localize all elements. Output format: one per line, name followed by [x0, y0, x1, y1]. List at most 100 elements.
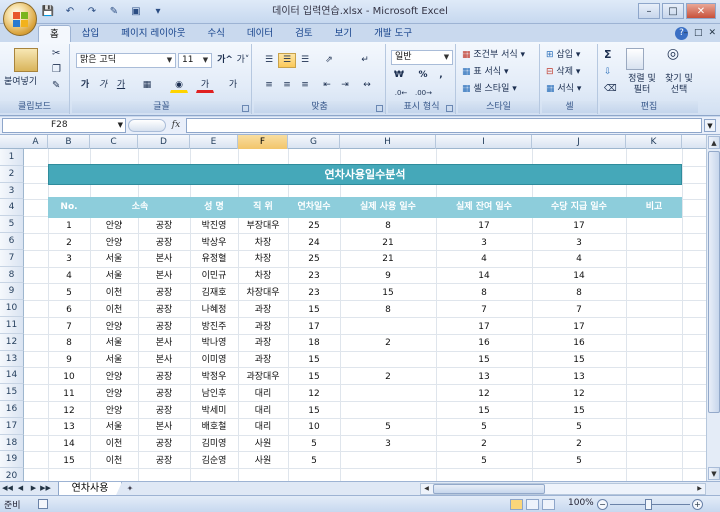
name-box[interactable]: F28 ▼ [2, 118, 126, 133]
cell-no[interactable]: 4 [48, 268, 90, 285]
cell-paid[interactable]: 5 [532, 453, 626, 470]
scroll-right-icon[interactable]: ▶ [694, 484, 705, 494]
cell-dept[interactable]: 본사 [138, 335, 190, 352]
row-header-5[interactable]: 5 [0, 216, 24, 233]
row-header-10[interactable]: 10 [0, 300, 24, 317]
cell-remarks[interactable] [626, 268, 682, 285]
delete-cells-button[interactable]: ⊟ 삭제 ▾ [546, 66, 580, 78]
cell-city[interactable]: 서울 [90, 352, 138, 369]
cell-annual[interactable]: 17 [288, 319, 340, 336]
cell-paid[interactable]: 17 [532, 319, 626, 336]
cell-remarks[interactable] [626, 419, 682, 436]
cell-paid[interactable]: 7 [532, 302, 626, 319]
row-header-2[interactable]: 2 [0, 165, 24, 183]
tab-page-layout[interactable]: 페이지 레이아웃 [110, 25, 196, 42]
cell-no[interactable]: 11 [48, 386, 90, 403]
cell-annual[interactable]: 10 [288, 419, 340, 436]
cell-position[interactable]: 사원 [238, 436, 288, 453]
customize-qat-icon[interactable]: ▾ [150, 5, 166, 19]
tab-review[interactable]: 검토 [284, 25, 323, 42]
cell-paid[interactable]: 8 [532, 285, 626, 302]
shrink-font-button[interactable]: 가˅ [234, 53, 252, 68]
cell-remarks[interactable] [626, 251, 682, 268]
tab-insert[interactable]: 삽입 [71, 25, 110, 42]
page-break-view-icon[interactable] [542, 499, 555, 510]
cell-city[interactable]: 이천 [90, 302, 138, 319]
tab-view[interactable]: 보기 [324, 25, 363, 42]
header-remarks[interactable]: 비고 [626, 197, 682, 217]
cell-dept[interactable]: 공장 [138, 436, 190, 453]
cell-name[interactable]: 이민규 [190, 268, 238, 285]
cell-no[interactable]: 13 [48, 419, 90, 436]
cell-no[interactable]: 7 [48, 319, 90, 336]
macro-record-icon[interactable] [38, 499, 48, 509]
chevron-down-icon[interactable]: ▼ [118, 119, 123, 132]
percent-button[interactable]: % [414, 68, 432, 83]
cell-no[interactable]: 12 [48, 403, 90, 420]
italic-button[interactable]: 가 [94, 78, 112, 93]
first-sheet-icon[interactable]: ◀◀ [2, 483, 13, 494]
cell-remarks[interactable] [626, 403, 682, 420]
cell-city[interactable]: 안양 [90, 235, 138, 252]
cell-annual[interactable]: 25 [288, 218, 340, 235]
cell-city[interactable]: 서울 [90, 251, 138, 268]
header-department[interactable]: 소속 [90, 197, 190, 217]
cell-remaining[interactable]: 4 [436, 251, 532, 268]
number-format-combo[interactable]: 일반 ▼ [391, 50, 453, 65]
expand-formula-icon[interactable]: ▼ [704, 119, 716, 132]
cell-city[interactable]: 안양 [90, 369, 138, 386]
cell-remarks[interactable] [626, 218, 682, 235]
cell-remarks[interactable] [626, 436, 682, 453]
cell-annual[interactable]: 25 [288, 251, 340, 268]
cell-remarks[interactable] [626, 352, 682, 369]
last-sheet-icon[interactable]: ▶▶ [40, 483, 51, 494]
cell-annual[interactable]: 23 [288, 268, 340, 285]
cell-name[interactable]: 박정우 [190, 369, 238, 386]
cell-remarks[interactable] [626, 319, 682, 336]
autosum-button[interactable]: Σ [604, 49, 612, 61]
align-left-icon[interactable]: ≡ [260, 78, 278, 93]
underline-button[interactable]: 가 [112, 78, 130, 93]
insert-cells-button[interactable]: ⊞ 삽입 ▾ [546, 49, 580, 61]
cell-used[interactable]: 15 [340, 285, 436, 302]
cell-remarks[interactable] [626, 335, 682, 352]
cell-position[interactable]: 과장 [238, 302, 288, 319]
cell-annual[interactable]: 18 [288, 335, 340, 352]
zoom-in-icon[interactable]: + [692, 499, 703, 510]
cell-paid[interactable]: 2 [532, 436, 626, 453]
header-annual-days[interactable]: 연차일수 [288, 197, 340, 217]
clear-icon[interactable]: ⌫ [604, 83, 617, 95]
find-select-button[interactable]: 찾기 및 선택 [660, 74, 698, 96]
close-button[interactable]: ✕ [686, 3, 716, 19]
cell-paid[interactable]: 3 [532, 235, 626, 252]
cell-dept[interactable]: 공장 [138, 218, 190, 235]
column-header-g[interactable]: G [288, 135, 340, 149]
row-header-3[interactable]: 3 [0, 182, 24, 200]
row-header-12[interactable]: 12 [0, 333, 24, 351]
cell-name[interactable]: 유정혈 [190, 251, 238, 268]
cell-paid[interactable]: 15 [532, 352, 626, 369]
header-remaining-days[interactable]: 실제 잔여 일수 [436, 197, 532, 217]
cell-remarks[interactable] [626, 369, 682, 386]
conditional-format-button[interactable]: ▦ 조건부 서식 ▾ [462, 49, 525, 61]
cell-name[interactable]: 박상우 [190, 235, 238, 252]
cell-remarks[interactable] [626, 302, 682, 319]
alignment-dialog-launcher-icon[interactable] [376, 105, 383, 112]
cell-used[interactable]: 2 [340, 335, 436, 352]
cell-used[interactable]: 3 [340, 436, 436, 453]
zoom-out-icon[interactable]: − [597, 499, 608, 510]
cell-dept[interactable]: 공장 [138, 235, 190, 252]
paste-button[interactable]: 붙여넣기 [4, 76, 37, 88]
vertical-scroll-thumb[interactable] [708, 151, 720, 413]
office-button[interactable] [3, 2, 37, 36]
sort-filter-icon[interactable] [626, 48, 644, 70]
cell-remarks[interactable] [626, 285, 682, 302]
sheet-title-cell[interactable]: 연차사용일수분석 [48, 163, 682, 185]
wrap-text-icon[interactable]: ↵ [356, 53, 374, 68]
insert-sheet-icon[interactable]: ✦ [120, 483, 140, 495]
cell-no[interactable]: 15 [48, 453, 90, 470]
cell-dept[interactable]: 공장 [138, 302, 190, 319]
font-size-combo[interactable]: 11 ▼ [178, 53, 212, 68]
cell-remaining[interactable]: 7 [436, 302, 532, 319]
cell-name[interactable]: 박세미 [190, 403, 238, 420]
